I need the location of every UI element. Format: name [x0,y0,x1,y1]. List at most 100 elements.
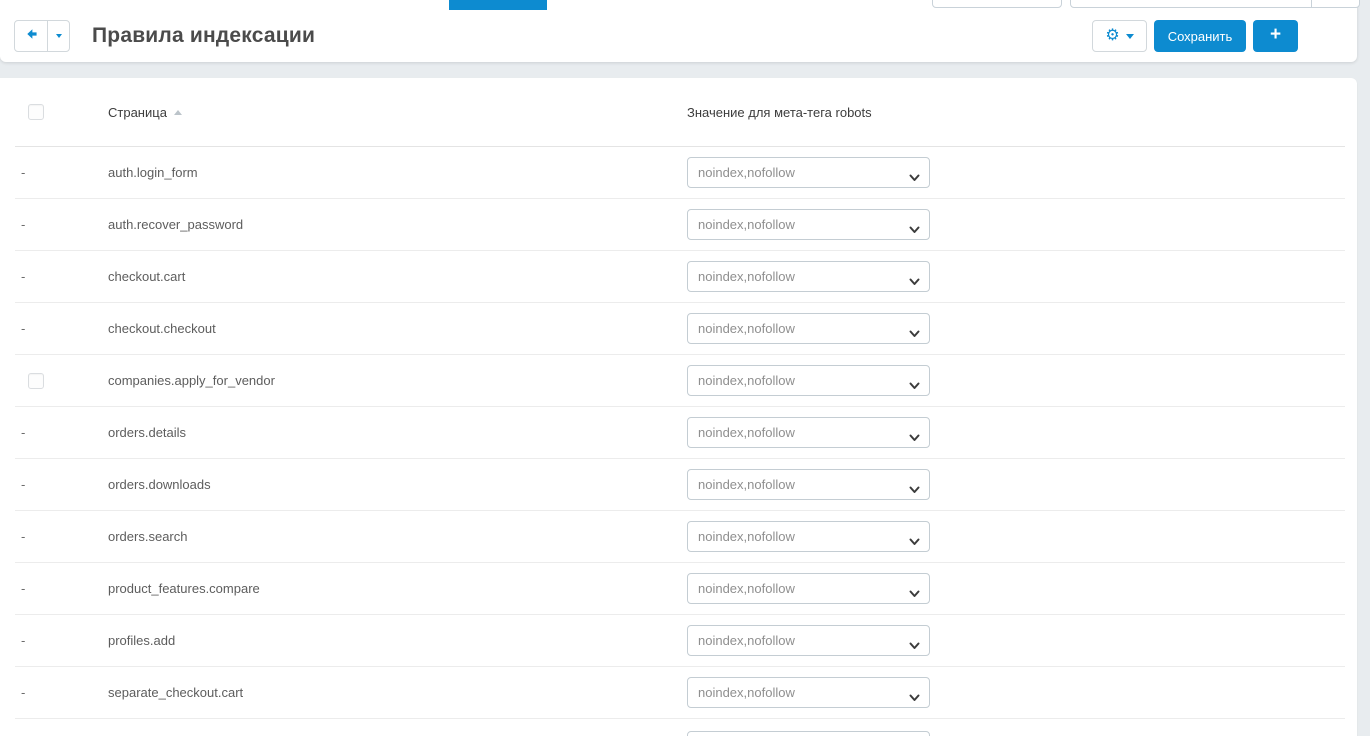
chevron-down-icon [909,221,920,239]
table-row: - profiles.add noindex,nofollow [15,615,1345,667]
robots-select-value: noindex,nofollow [698,425,795,440]
row-marker-cell: - [15,164,108,182]
column-header-page[interactable]: Страница [108,105,687,120]
robots-select[interactable]: noindex,nofollow [687,157,930,188]
chevron-down-icon [909,429,920,447]
row-marker-cell [15,372,108,389]
navbar-field-remnant[interactable] [932,0,1062,8]
chevron-down-icon [909,481,920,499]
chevron-down-icon [55,34,62,38]
robots-select[interactable]: noindex,nofollow [687,209,930,240]
row-marker-cell: - [15,476,108,494]
gear-icon: ⚙ [1105,27,1120,44]
row-marker-cell: - [15,684,108,702]
robots-select-value: noindex,nofollow [698,581,795,596]
table-row: - auth.login_form noindex,nofollow [15,147,1345,199]
robots-select-value: noindex,nofollow [698,165,795,180]
save-button[interactable]: Сохранить [1154,20,1246,52]
row-marker: - [21,684,26,700]
chevron-down-icon [909,637,920,655]
table-row: - auth.recover_password noindex,nofollow [15,199,1345,251]
robots-select-value: noindex,nofollow [698,477,795,492]
chevron-down-icon [909,533,920,551]
row-marker: - [21,216,26,232]
robots-select[interactable]: noindex,nofollow [687,417,930,448]
row-marker: - [21,164,26,180]
navbar-search-remnant[interactable] [1070,0,1360,8]
robots-select-value: noindex,nofollow [698,529,795,544]
table-row: - product_features.compare noindex,nofol… [15,563,1345,615]
row-marker-cell: - [15,580,108,598]
row-marker: - [21,528,26,544]
page-dispatch: orders.downloads [108,476,211,492]
page-dispatch: profiles.add [108,632,176,648]
robots-select[interactable]: noindex,nofollow [687,677,930,708]
table-row: - checkout.checkout noindex,nofollow [15,303,1345,355]
sort-asc-icon [173,109,182,115]
chevron-down-icon [909,169,920,187]
robots-select-value: noindex,nofollow [698,685,795,700]
robots-select[interactable]: noindex,nofollow [687,261,930,292]
row-marker: - [21,476,26,492]
row-marker-cell: - [15,320,108,338]
row-marker-cell: - [15,528,108,546]
chevron-down-icon [1125,33,1134,39]
column-header-robots: Значение для мета-тега robots [687,105,1345,120]
page-dispatch: checkout.checkout [108,320,216,336]
settings-gear-button[interactable]: ⚙ [1092,20,1147,52]
table-row: - orders.search noindex,nofollow [15,511,1345,563]
back-history-dropdown[interactable] [48,21,69,51]
page-title: Правила индексации [92,24,316,47]
robots-select[interactable]: noindex,nofollow [687,313,930,344]
robots-select[interactable]: noindex,nofollow [687,469,930,500]
back-arrow-icon [24,27,39,46]
column-header-robots-label: Значение для мета-тега robots [687,104,872,120]
row-marker-cell: - [15,632,108,650]
indexing-rules-table: Страница Значение для мета-тега robots -… [15,78,1345,736]
back-button-group [14,20,70,52]
robots-select[interactable]: noindex,nofollow [687,365,930,396]
chevron-down-icon [909,273,920,291]
robots-select-value: noindex,nofollow [698,217,795,232]
active-nav-tab[interactable] [449,0,547,10]
chevron-down-icon [909,689,920,707]
robots-select-value: noindex,nofollow [698,269,795,284]
header-actions: ⚙ Сохранить + [1092,20,1298,52]
header-bar: Правила индексации ⚙ Сохранить + [0,0,1360,62]
robots-select-value: noindex,nofollow [698,633,795,648]
row-marker-cell: - [15,424,108,442]
table-body: - auth.login_form noindex,nofollow - aut… [15,147,1345,719]
chevron-down-icon [909,377,920,395]
select-all-checkbox[interactable] [28,104,44,120]
row-marker-cell: - [15,268,108,286]
robots-select[interactable] [687,731,930,736]
table-row: - orders.downloads noindex,nofollow [15,459,1345,511]
column-header-page-label: Страница [108,104,167,120]
chevron-down-icon [909,585,920,603]
robots-select[interactable]: noindex,nofollow [687,625,930,656]
robots-select-value: noindex,nofollow [698,373,795,388]
page-dispatch: auth.recover_password [108,216,244,232]
robots-select[interactable]: noindex,nofollow [687,521,930,552]
page-dispatch: orders.search [108,528,188,544]
row-marker: - [21,632,26,648]
navbar-search-divider [1311,0,1312,7]
add-rule-button[interactable]: + [1253,20,1298,52]
select-all-cell [15,104,108,120]
table-row: - checkout.cart noindex,nofollow [15,251,1345,303]
table-row-partial [15,719,1345,736]
row-marker-cell: - [15,216,108,234]
page-dispatch: checkout.cart [108,268,186,284]
chevron-down-icon [909,325,920,343]
back-button[interactable] [15,21,48,51]
page-dispatch: product_features.compare [108,580,260,596]
table-row: - separate_checkout.cart noindex,nofollo… [15,667,1345,719]
row-checkbox[interactable] [28,372,44,389]
row-marker: - [21,580,26,596]
table-row: - orders.details noindex,nofollow [15,407,1345,459]
page-dispatch: auth.login_form [108,164,198,180]
robots-select[interactable]: noindex,nofollow [687,573,930,604]
page-dispatch: companies.apply_for_vendor [108,372,275,388]
content-card: Страница Значение для мета-тега robots -… [0,78,1357,736]
page-dispatch: orders.details [108,424,187,440]
